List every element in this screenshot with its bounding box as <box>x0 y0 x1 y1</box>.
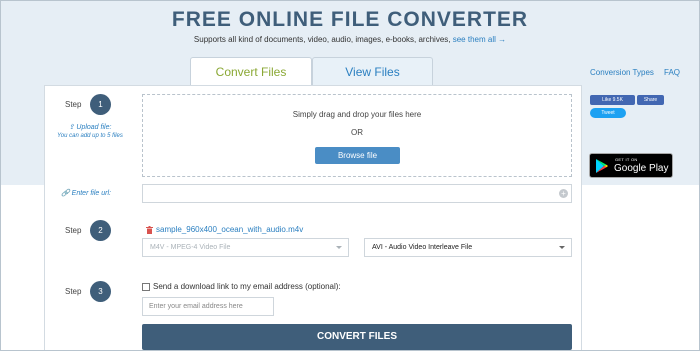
source-format-select: M4V - MPEG-4 Video File <box>142 238 349 257</box>
facebook-like-button[interactable]: Like 9.5K <box>590 95 635 105</box>
page-subtitle: Supports all kind of documents, video, a… <box>1 35 699 44</box>
step-3-label: Step <box>65 287 82 296</box>
email-link-checkbox[interactable] <box>142 283 150 291</box>
email-field[interactable]: Enter your email address here <box>142 297 274 316</box>
upload-icon: ⇪ <box>68 124 75 131</box>
link-icon: 🔗 <box>61 190 70 197</box>
see-all-link[interactable]: see them all → <box>453 35 506 44</box>
app-frame: FREE ONLINE FILE CONVERTER Supports all … <box>0 0 700 351</box>
step-1-label: Step <box>65 100 82 109</box>
or-text: OR <box>351 128 363 137</box>
enter-url-label: Enter file url: <box>71 190 111 197</box>
browse-file-button[interactable]: Browse file <box>315 147 400 164</box>
tab-view-files[interactable]: View Files <box>312 57 433 86</box>
upload-file-link[interactable]: ⇪ Upload file: <box>52 123 128 131</box>
google-play-icon <box>596 159 608 173</box>
file-url-input[interactable]: + <box>142 184 572 203</box>
add-url-icon[interactable]: + <box>559 189 568 198</box>
step-1-number: 1 <box>90 94 111 115</box>
step-2-number: 2 <box>90 220 111 241</box>
step-2-label: Step <box>65 226 82 235</box>
faq-link[interactable]: FAQ <box>664 68 680 77</box>
delete-file-icon[interactable] <box>146 226 153 234</box>
facebook-share-button[interactable]: Share <box>637 95 664 105</box>
gplay-label: Google Play <box>614 163 669 174</box>
upload-file-label: Upload file: <box>76 124 112 131</box>
step-3-number: 3 <box>90 281 111 302</box>
convert-files-button[interactable]: CONVERT FILES <box>142 324 572 350</box>
target-format-select[interactable]: AVI - Audio Video Interleave File <box>364 238 572 257</box>
conversion-types-link[interactable]: Conversion Types <box>590 68 654 77</box>
gplay-get-it-on: GET IT ON <box>615 157 638 162</box>
tweet-button[interactable]: Tweet <box>590 108 626 118</box>
google-play-badge[interactable]: GET IT ON Google Play <box>589 153 673 178</box>
source-format-value: M4V - MPEG-4 Video File <box>150 244 231 251</box>
page-title: FREE ONLINE FILE CONVERTER <box>171 8 529 31</box>
file-dropzone[interactable]: Simply drag and drop your files here OR … <box>142 94 572 177</box>
enter-url-link[interactable]: 🔗 Enter file url: <box>61 189 111 197</box>
chevron-down-icon <box>336 246 342 249</box>
uploaded-file-name[interactable]: sample_960x400_ocean_with_audio.m4v <box>156 225 303 234</box>
target-format-value: AVI - Audio Video Interleave File <box>372 244 473 251</box>
upload-hint: You can add up to 5 files <box>57 133 123 139</box>
tab-convert-files[interactable]: Convert Files <box>190 57 312 86</box>
chevron-down-icon <box>559 246 565 249</box>
drop-text: Simply drag and drop your files here <box>292 110 422 119</box>
email-checkbox-label: Send a download link to my email address… <box>153 282 341 291</box>
subtitle-text: Supports all kind of documents, video, a… <box>193 35 451 44</box>
